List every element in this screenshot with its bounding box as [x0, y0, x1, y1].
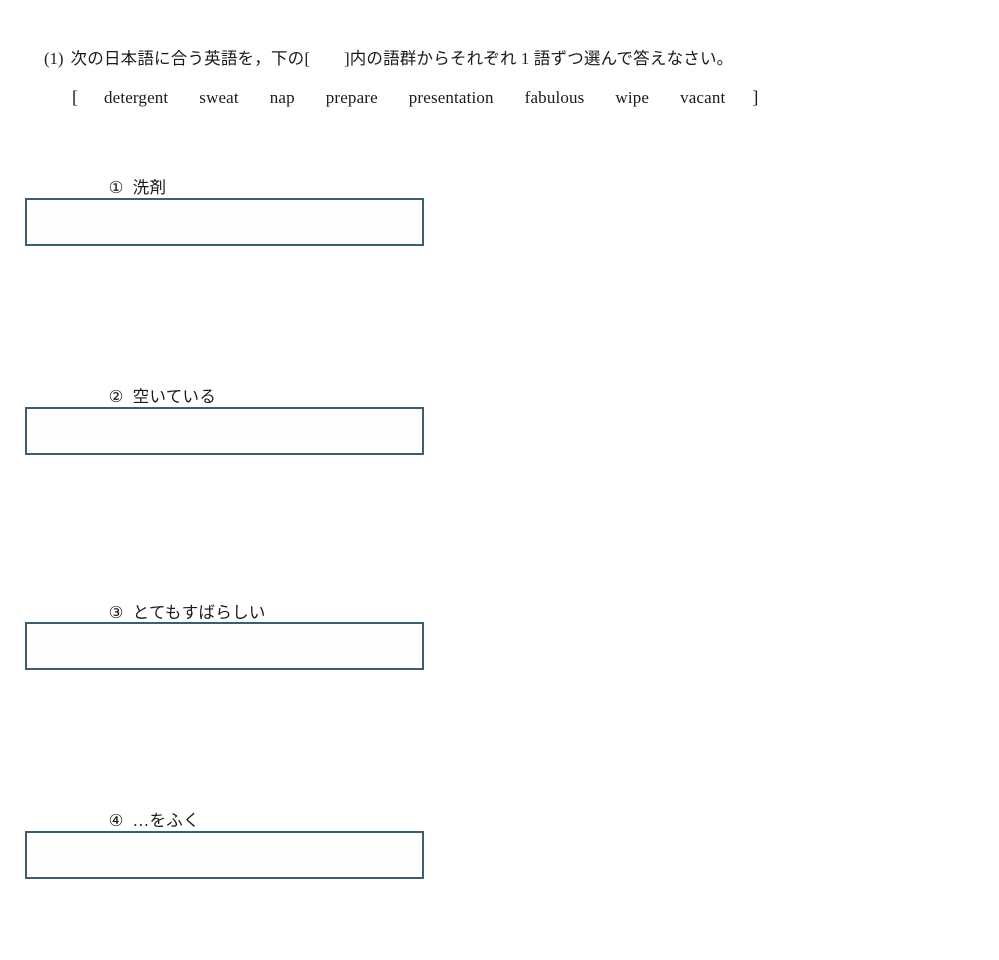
word-bank: [ detergent sweat nap prepare presentati…	[0, 84, 999, 111]
instruction-bracket-open: [	[304, 49, 311, 68]
question-number: (1)	[44, 49, 64, 68]
worksheet-page: (1) 次の日本語に合う英語を，下の[] 内の語群からそれぞれ 1 語ずつ選んで答え…	[0, 0, 999, 960]
word-bank-bracket-close: ]	[752, 87, 759, 107]
word-bank-bracket-open: [	[72, 87, 78, 107]
instruction-text-before-bracket: 次の日本語に合う英語を，下の	[70, 49, 305, 68]
word-bank-item-sweat: sweat	[199, 88, 239, 107]
instruction-text-after-bracket: 内の語群からそれぞれ 1 語ずつ選んで答えなさい。	[349, 49, 734, 68]
answer-box-1[interactable]	[25, 198, 424, 246]
answer-box-2[interactable]	[25, 407, 424, 455]
word-bank-item-nap: nap	[269, 88, 295, 107]
word-bank-item-fabulous: fabulous	[524, 88, 585, 107]
question-item-1-marker: ①	[108, 178, 124, 197]
instruction-line: (1) 次の日本語に合う英語を，下の[] 内の語群からそれぞれ 1 語ずつ選んで答え…	[0, 46, 999, 72]
word-bank-item-detergent: detergent	[104, 88, 169, 107]
question-item-4-marker: ④	[108, 811, 124, 830]
question-item-2-text: 空いている	[132, 387, 217, 406]
question-item-1-text: 洗剤	[132, 178, 167, 197]
question-item-4-text: …をふく	[132, 811, 200, 830]
question-item-3-text: とてもすばらしい	[132, 603, 266, 622]
word-bank-item-presentation: presentation	[408, 88, 494, 107]
answer-box-4[interactable]	[25, 831, 424, 879]
word-bank-item-prepare: prepare	[325, 88, 378, 107]
instruction-block: (1) 次の日本語に合う英語を，下の[] 内の語群からそれぞれ 1 語ずつ選んで答え…	[0, 46, 999, 72]
question-item-3-marker: ③	[108, 603, 124, 622]
word-bank-item-vacant: vacant	[680, 88, 726, 107]
question-item-2-marker: ②	[108, 387, 124, 406]
answer-box-3[interactable]	[25, 622, 424, 670]
word-bank-item-wipe: wipe	[615, 88, 650, 107]
